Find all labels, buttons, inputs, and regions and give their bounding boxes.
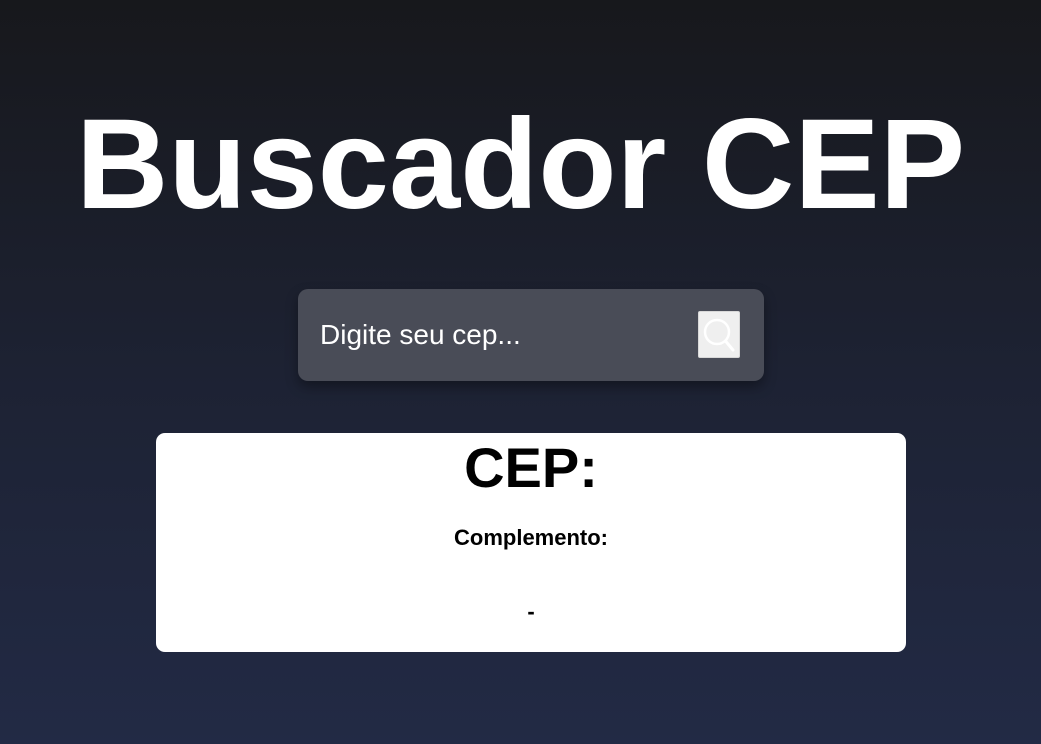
result-card: CEP: Complemento: -: [156, 433, 906, 652]
location-text: -: [527, 599, 535, 624]
search-container: [298, 289, 764, 381]
search-button[interactable]: [698, 311, 740, 358]
page-title: Buscador CEP: [75, 93, 966, 236]
search-icon: [702, 316, 736, 354]
cep-label: CEP:: [464, 436, 598, 499]
complement-label: Complemento:: [454, 525, 608, 550]
search-input[interactable]: [318, 315, 680, 355]
